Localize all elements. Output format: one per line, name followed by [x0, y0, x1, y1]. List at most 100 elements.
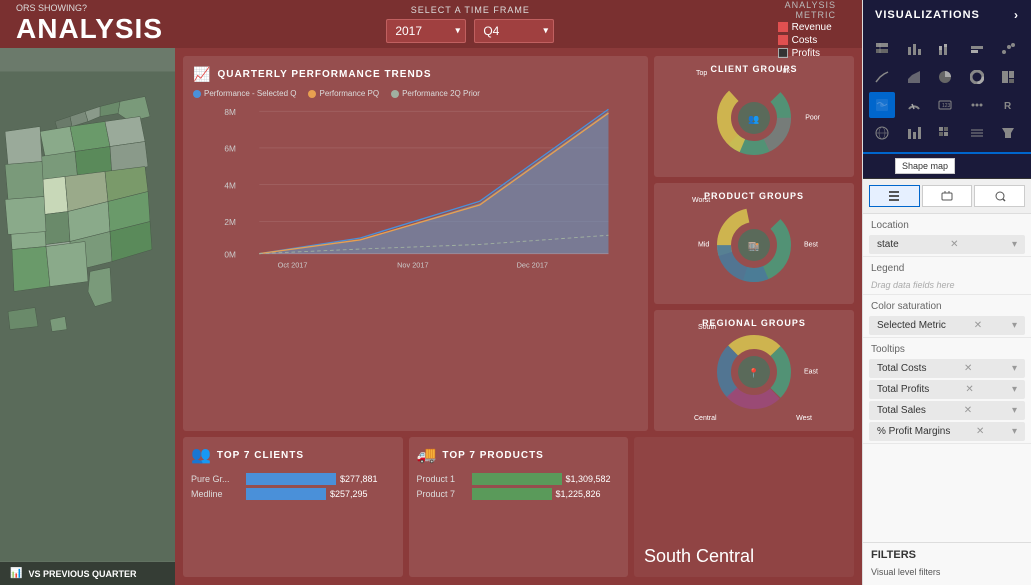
chart-icon: 📈: [193, 66, 211, 83]
map-footer: 📊 VS PREVIOUS QUARTER: [0, 562, 175, 585]
tooltip-dropdown-2[interactable]: ▾: [1012, 405, 1017, 416]
product-mid-label: Mid: [698, 242, 709, 249]
year-select[interactable]: 2017: [386, 19, 466, 43]
viz-icon-100bar[interactable]: [964, 36, 990, 62]
viz-icon-matrix[interactable]: [932, 120, 958, 146]
map-footer-text: VS PREVIOUS QUARTER: [28, 569, 136, 579]
charts-bottom: 👥 TOP 7 CLIENTS Pure Gr... $277,881 Medl…: [183, 437, 854, 577]
viz-icon-more[interactable]: [964, 92, 990, 118]
shape-map-row: Shape map: [863, 154, 1031, 179]
tooltip-remove-2[interactable]: ✕: [964, 405, 972, 416]
viz-icon-line[interactable]: [869, 64, 895, 90]
color-saturation-label: Color saturation: [863, 295, 1031, 314]
client-bar-0: [246, 473, 336, 485]
legend-dot-blue: [193, 90, 201, 98]
regional-central-label: Central: [694, 415, 717, 422]
viz-icon-area[interactable]: [901, 64, 927, 90]
tooltip-item-0: Total Costs ✕ ▾: [869, 359, 1025, 378]
product-groups-title: PRODUCT GROUPS: [704, 191, 804, 201]
groups-panel: CLIENT GROUPS 👥 Top Poor 0k: [654, 56, 854, 431]
viz-icon-treemap[interactable]: [995, 64, 1021, 90]
main-content: 📈 QUARTERLY PERFORMANCE TRENDS Performan…: [175, 48, 862, 585]
content-area: 📊 VS PREVIOUS QUARTER 📈 QUARTERLY PERFOR…: [0, 48, 862, 585]
tooltip-dropdown-1[interactable]: ▾: [1012, 384, 1017, 395]
client-zero-label: 0k: [783, 68, 790, 75]
legend-item-selected: Performance - Selected Q: [193, 89, 296, 98]
product-bar-0: [472, 473, 562, 485]
color-saturation-remove[interactable]: ✕: [974, 320, 982, 331]
location-dropdown[interactable]: ▾: [1012, 239, 1017, 250]
viz-icon-bar2[interactable]: [901, 120, 927, 146]
viz-icon-globe[interactable]: [869, 120, 895, 146]
quarter-select[interactable]: Q4: [474, 19, 554, 43]
viz-icon-bar[interactable]: [901, 36, 927, 62]
time-frame-label: SELECT A TIME FRAME: [411, 5, 530, 15]
color-saturation-value: Selected Metric: [877, 320, 946, 331]
viz-icon-card[interactable]: 123: [932, 92, 958, 118]
clients-header: 👥 TOP 7 CLIENTS: [191, 445, 395, 465]
question-label: ORS SHOWING?: [16, 3, 163, 13]
product-donut: 🏬 Worst Mid Best: [714, 205, 794, 285]
viz-panel: VISUALIZATIONS ›: [862, 0, 1031, 585]
viz-title: VISUALIZATIONS: [875, 9, 980, 21]
viz-expand-icon[interactable]: ›: [1014, 8, 1019, 22]
regional-south-label: South: [698, 324, 716, 331]
header-left: ORS SHOWING? ANALYSIS: [16, 3, 163, 45]
revenue-checkbox[interactable]: [778, 22, 788, 32]
viz-icon-table[interactable]: [869, 36, 895, 62]
charts-top: 📈 QUARTERLY PERFORMANCE TRENDS Performan…: [183, 56, 854, 431]
metric-costs: Costs: [778, 35, 836, 46]
viz-icon-gauge[interactable]: [901, 92, 927, 118]
location-value-text: state: [877, 239, 899, 250]
client-name-1: Medline: [191, 489, 246, 499]
viz-icon-donut[interactable]: [964, 64, 990, 90]
filters-title: FILTERS: [871, 549, 1023, 561]
tooltip-dropdown-0[interactable]: ▾: [1012, 363, 1017, 374]
viz-icon-pie[interactable]: [932, 64, 958, 90]
client-name-0: Pure Gr...: [191, 474, 246, 484]
client-row-0: Pure Gr... $277,881: [191, 473, 395, 485]
location-remove[interactable]: ✕: [950, 239, 958, 250]
time-frame-section: SELECT A TIME FRAME 2017 Q4: [163, 5, 778, 43]
time-frame-selects: 2017 Q4: [386, 19, 554, 43]
viz-icon-scatter[interactable]: [995, 36, 1021, 62]
tooltips-label: Tooltips: [863, 338, 1031, 357]
field-well-analytics[interactable]: [974, 185, 1025, 207]
regional-groups-box: REGIONAL GROUPS 📍 South Cen: [654, 310, 854, 431]
tooltip-value-3: % Profit Margins: [877, 426, 950, 437]
tooltip-remove-1[interactable]: ✕: [965, 384, 973, 395]
client-donut-svg: 👥: [714, 78, 794, 158]
field-well-format[interactable]: [922, 185, 973, 207]
tooltip-value-1: Total Profits: [877, 384, 929, 395]
color-saturation-dropdown[interactable]: ▾: [1012, 320, 1017, 331]
quarter-select-wrapper: Q4: [474, 19, 554, 43]
product-groups-box: PRODUCT GROUPS 🏬 Worst Mid Bes: [654, 183, 854, 304]
products-box: 🚚 TOP 7 PRODUCTS Product 1 $1,309,582 Pr…: [409, 437, 629, 577]
svg-text:6M: 6M: [224, 145, 236, 154]
viz-icon-stacked-bar[interactable]: [932, 36, 958, 62]
year-select-wrapper: 2017: [386, 19, 466, 43]
tooltip-item-3: % Profit Margins ✕ ▾: [869, 422, 1025, 441]
legend-item-2q: Performance 2Q Prior: [391, 89, 480, 98]
svg-text:Nov 2017: Nov 2017: [397, 260, 428, 269]
viz-icon-funnel[interactable]: [995, 120, 1021, 146]
svg-text:📍: 📍: [748, 367, 759, 378]
analysis-title: ANALYSIS: [16, 13, 163, 45]
product-best-label: Best: [804, 242, 818, 249]
product-name-0: Product 1: [417, 474, 472, 484]
viz-icon-map[interactable]: [869, 92, 895, 118]
line-chart-area: 8M 6M 4M 2M 0M Oct 2017 Nov 2017 Dec 201…: [193, 102, 638, 272]
svg-text:123: 123: [942, 103, 951, 109]
viz-icon-r[interactable]: R: [995, 92, 1021, 118]
client-top-label: Top: [696, 70, 707, 77]
tooltip-remove-0[interactable]: ✕: [964, 363, 972, 374]
tooltip-dropdown-3[interactable]: ▾: [1012, 426, 1017, 437]
tooltips-group: Tooltips Total Costs ✕ ▾ Total Profits ✕…: [863, 338, 1031, 444]
viz-icon-list[interactable]: [964, 120, 990, 146]
costs-checkbox[interactable]: [778, 35, 788, 45]
legend-placeholder: Drag data fields here: [863, 276, 1031, 294]
svg-text:Dec 2017: Dec 2017: [517, 260, 548, 269]
tooltip-remove-3[interactable]: ✕: [976, 426, 984, 437]
top-bar: ORS SHOWING? ANALYSIS SELECT A TIME FRAM…: [0, 0, 862, 48]
field-well-fields[interactable]: [869, 185, 920, 207]
